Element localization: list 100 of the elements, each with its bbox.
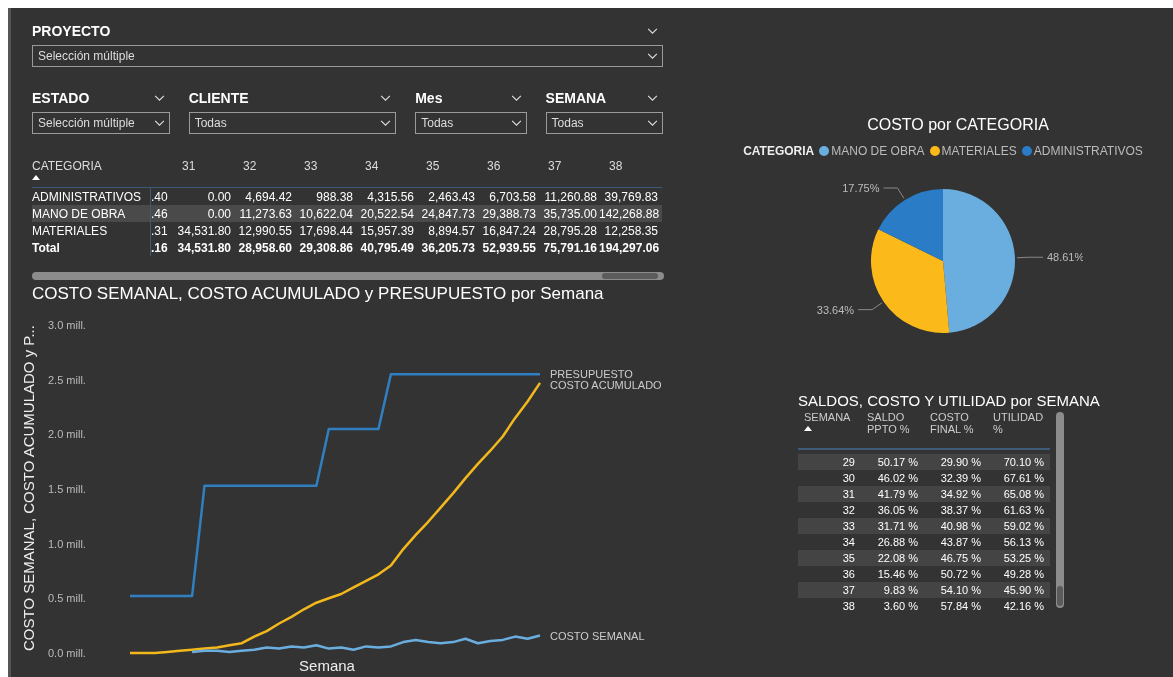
column-header[interactable]: 38 <box>609 159 623 173</box>
table-cell: 22.08 % <box>877 552 918 564</box>
table-cell: 45.90 % <box>1003 584 1044 596</box>
column-header[interactable]: UTILIDAD % <box>993 412 1050 436</box>
table-cell: .31 <box>151 223 168 238</box>
table-cell: .40 <box>151 189 168 204</box>
sort-arrow-icon[interactable] <box>804 425 812 431</box>
table-cell: 29.90 % <box>940 456 981 468</box>
legend-label: MATERIALES <box>941 144 1017 158</box>
column-header[interactable]: 34 <box>365 159 379 173</box>
slicer-title: Mes <box>415 90 443 106</box>
table-cell: 59.02 % <box>1003 520 1044 532</box>
column-header[interactable]: 33 <box>304 159 318 173</box>
chart-title: COSTO SEMANAL, COSTO ACUMULADO y PRESUPUESTO por Semana <box>32 284 605 304</box>
table-cell: 41.79 % <box>877 488 918 500</box>
table-cell: 54.10 % <box>940 584 981 596</box>
table-cell: 43.87 % <box>940 536 981 548</box>
table-cell: 26.88 % <box>877 536 918 548</box>
slicer-title: SEMANA <box>545 90 607 106</box>
column-header[interactable]: 32 <box>243 159 257 173</box>
data-label: 48.61% <box>1046 251 1083 264</box>
table-cell: 34,531.80 <box>177 240 231 255</box>
dropdown[interactable]: Todas <box>415 112 527 134</box>
scrollbar[interactable] <box>32 272 664 280</box>
tick-label: 3.0 mill. <box>48 319 86 331</box>
table-cell: 11,260.88 <box>544 189 597 204</box>
scrollbar-thumb[interactable] <box>1057 586 1063 606</box>
dropdown[interactable]: Todas <box>188 112 397 134</box>
table-cell: 50.17 % <box>877 456 918 468</box>
chevron-icon <box>380 119 392 127</box>
table-cell: 38 <box>842 600 855 612</box>
table-cell: 30 <box>842 472 855 484</box>
table-cell: 36 <box>842 568 855 580</box>
table-cell: 61.63 % <box>1003 504 1044 516</box>
table-cell: 2,463.43 <box>428 189 475 204</box>
column-header[interactable]: 37 <box>548 159 562 173</box>
series-label: COSTO ACUMULADO <box>550 379 662 392</box>
table-cell: 33 <box>842 520 855 532</box>
table-cell: 35,735.00 <box>543 206 597 221</box>
leader-line <box>1016 256 1044 259</box>
tick-label: 1.0 mill. <box>48 537 86 550</box>
table-cell: 36,205.73 <box>421 240 475 255</box>
chevron-icon[interactable] <box>153 94 165 102</box>
table-cell: 12,258.35 <box>604 223 658 238</box>
table-cell: 142,268.88 <box>599 206 660 221</box>
table-cell: 31 <box>842 488 855 500</box>
series-label: PRESUPUESTO <box>550 368 633 381</box>
table-cell: 40,795.49 <box>360 240 414 255</box>
chevron-icon <box>510 119 522 127</box>
table-row[interactable]: MATERIALES .31 34,531.80 12,990.55 17,698.44 15,957.39 8,894.57 16,847.24 28,795.28 12,258.35 <box>32 222 662 239</box>
table-cell: 24,847.73 <box>421 206 475 221</box>
table-cell: 12,990.55 <box>238 223 292 238</box>
table-cell: 17,698.44 <box>299 223 353 238</box>
table-title: SALDOS, COSTO Y UTILIDAD por SEMANA <box>798 392 1100 409</box>
table-cell: 65.08 % <box>1003 488 1044 500</box>
column-header[interactable]: 31 <box>182 159 196 173</box>
chevron-icon[interactable] <box>647 94 658 102</box>
chevron-icon <box>153 119 165 127</box>
chevron-icon <box>647 52 658 60</box>
table-cell: 32.39 % <box>940 472 981 484</box>
table-cell: Total <box>32 240 60 255</box>
table-cell: 75,791.16 <box>543 240 597 255</box>
column-header[interactable]: SALDO PPTO % <box>867 412 924 436</box>
column-header[interactable]: CATEGORIA <box>32 159 150 173</box>
leader-line <box>857 302 883 311</box>
data-label: 33.64% <box>816 303 855 316</box>
table-cell: 9.83 % <box>883 584 918 596</box>
table-cell: 4,315.56 <box>367 189 414 204</box>
table-cell: .46 <box>151 206 168 221</box>
scrollbar[interactable] <box>1056 412 1064 608</box>
table-cell: MATERIALES <box>32 223 108 238</box>
chevron-icon[interactable] <box>510 94 522 102</box>
table-cell: 67.61 % <box>1003 472 1044 484</box>
tick-label: 1.5 mill. <box>48 483 86 495</box>
dropdown[interactable]: Selección múltiple <box>32 112 170 134</box>
column-header[interactable]: 36 <box>487 159 501 173</box>
chevron-icon[interactable] <box>647 27 658 35</box>
scrollbar-thumb[interactable] <box>602 273 658 279</box>
table-cell: 34,531.80 <box>177 223 231 238</box>
table-cell: MANO DE OBRA <box>32 206 126 221</box>
tick-label: 0.5 mill. <box>48 592 86 605</box>
dropdown[interactable]: Todas <box>545 112 663 134</box>
column-header[interactable]: SEMANA <box>804 412 861 424</box>
sort-arrow-icon[interactable] <box>32 175 40 180</box>
table-cell: .16 <box>151 240 168 255</box>
table-cell: 39,769.83 <box>604 189 658 204</box>
table-cell: 4,694.42 <box>245 189 292 204</box>
table-cell: 15,957.39 <box>360 223 414 238</box>
column-header[interactable]: 35 <box>426 159 440 173</box>
table-cell: 11,273.63 <box>239 206 292 221</box>
table-cell: 28,958.60 <box>238 240 292 255</box>
table-cell: 35 <box>842 552 855 564</box>
column-header[interactable]: COSTO FINAL % <box>930 412 987 436</box>
table-row[interactable]: Total .16 34,531.80 28,958.60 29,308.86 40,795.49 36,205.73 52,939.55 75,791.16 194,297.06 <box>32 239 662 256</box>
slicer-title: CLIENTE <box>188 90 249 106</box>
table-cell: 28,795.28 <box>543 223 597 238</box>
chevron-icon[interactable] <box>380 94 392 102</box>
table-row[interactable]: MANO DE OBRA .46 0.00 11,273.63 10,622.04 20,522.54 24,847.73 29,388.73 35,735.00 142,268.88 <box>32 205 662 222</box>
table-cell: 57.84 % <box>940 600 981 612</box>
dropdown[interactable]: Selección múltiple <box>32 45 663 67</box>
